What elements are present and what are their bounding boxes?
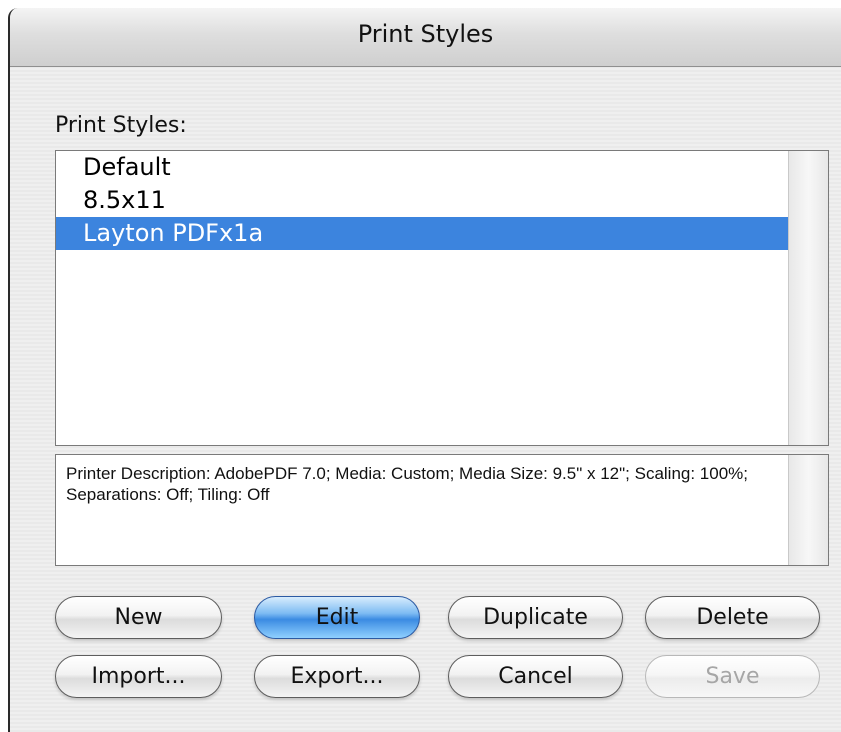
window-title: Print Styles — [357, 20, 494, 48]
list-item-layton-pdfx1a[interactable]: Layton PDFx1a — [56, 217, 788, 250]
new-button[interactable]: New — [55, 596, 222, 639]
description-scrollbar[interactable] — [788, 455, 828, 565]
print-styles-list[interactable]: Default 8.5x11 Layton PDFx1a — [55, 150, 829, 446]
edit-button[interactable]: Edit — [254, 596, 420, 639]
export-button[interactable]: Export... — [254, 655, 420, 698]
list-item-8-5x11[interactable]: 8.5x11 — [56, 184, 788, 217]
style-description-text: Printer Description: AdobePDF 7.0; Media… — [66, 464, 749, 504]
cancel-button[interactable]: Cancel — [448, 655, 623, 698]
save-button: Save — [645, 655, 820, 698]
style-description-box: Printer Description: AdobePDF 7.0; Media… — [55, 454, 829, 566]
import-button[interactable]: Import... — [55, 655, 222, 698]
print-styles-dialog: Print Styles Print Styles: Default 8.5x1… — [8, 8, 841, 732]
title-bar[interactable]: Print Styles — [10, 8, 841, 67]
list-item-default[interactable]: Default — [56, 151, 788, 184]
duplicate-button[interactable]: Duplicate — [448, 596, 623, 639]
styles-list-items: Default 8.5x11 Layton PDFx1a — [56, 151, 788, 445]
styles-list-scrollbar[interactable] — [788, 151, 828, 445]
delete-button[interactable]: Delete — [645, 596, 820, 639]
print-styles-label: Print Styles: — [55, 113, 187, 138]
